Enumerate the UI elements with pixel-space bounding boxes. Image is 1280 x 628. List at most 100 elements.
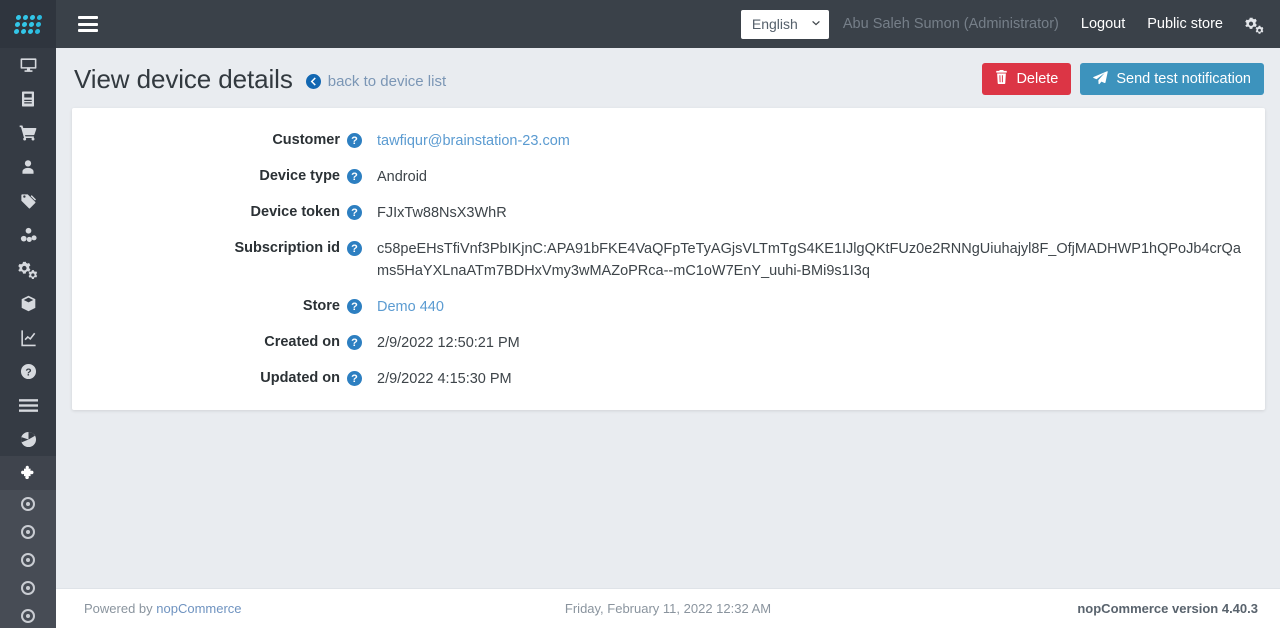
cube-icon — [19, 294, 38, 313]
sidebar-sub-list — [0, 490, 56, 628]
book-icon — [19, 90, 37, 108]
sidebar-item-analytics[interactable] — [0, 422, 56, 456]
arrow-circle-left-icon — [305, 73, 321, 89]
detail-label: Device type — [259, 168, 340, 184]
question-circle-icon: ? — [19, 362, 38, 381]
topbar: English Abu Saleh Sumon (Administrator) … — [56, 0, 1280, 48]
detail-value-device-token: FJIxTw88NsX3WhR — [377, 205, 507, 221]
public-store-link[interactable]: Public store — [1147, 16, 1223, 32]
detail-label-wrapper: Device token ? — [72, 202, 362, 224]
pie-chart-icon — [19, 430, 38, 449]
detail-value-subscription-id: c58peEHsTfiVnf3PbIKjnC:APA91bFKE4VaQFpTe… — [377, 241, 1241, 279]
delete-button-label: Delete — [1016, 71, 1059, 87]
sidebar-item-plugins-active[interactable] — [0, 456, 56, 490]
detail-label: Customer — [272, 132, 340, 148]
desktop-icon — [19, 56, 38, 75]
sidebar-item-customers[interactable] — [0, 150, 56, 184]
help-icon[interactable]: ? — [347, 241, 362, 256]
sidebar-sub-item-3[interactable] — [0, 546, 56, 574]
topbar-right-group: English Abu Saleh Sumon (Administrator) … — [740, 0, 1280, 48]
gears-icon — [18, 259, 38, 279]
shopping-cart-icon — [18, 123, 38, 143]
sidebar-main-list: ? — [0, 48, 56, 456]
sidebar: ? — [0, 0, 56, 628]
language-select[interactable]: English — [740, 9, 829, 39]
svg-text:?: ? — [25, 367, 31, 378]
detail-label-wrapper: Created on ? — [72, 332, 362, 354]
detail-value-customer: tawfiqur@brainstation-23.com — [362, 130, 570, 152]
sidebar-item-sales[interactable] — [0, 116, 56, 150]
page-header: View device details back to device list — [56, 48, 1280, 108]
detail-row-device-type: Device type ? Android — [72, 166, 1265, 188]
detail-row-customer: Customer ? tawfiqur@brainstation-23.com — [72, 130, 1265, 152]
device-details-card: Customer ? tawfiqur@brainstation-23.com … — [72, 108, 1265, 410]
detail-label: Created on — [264, 334, 340, 350]
detail-label-wrapper: Subscription id ? — [72, 238, 362, 282]
detail-label: Subscription id — [234, 240, 340, 256]
tag-icon — [19, 192, 38, 211]
sidebar-sub-item-2[interactable] — [0, 518, 56, 546]
trash-icon — [995, 70, 1008, 88]
dot-circle-icon — [21, 525, 35, 539]
puzzle-piece-icon — [19, 464, 38, 483]
detail-value-device-type: Android — [377, 169, 427, 185]
nopcommerce-logo[interactable] — [0, 0, 56, 48]
sidebar-item-help[interactable]: ? — [0, 354, 56, 388]
cubes-icon — [19, 226, 38, 245]
dot-circle-icon — [21, 609, 35, 623]
detail-label-wrapper: Store ? — [72, 296, 362, 318]
detail-row-subscription-id: Subscription id ? c58peEHsTfiVnf3PbIKjnC… — [72, 238, 1265, 282]
sidebar-item-catalog[interactable] — [0, 82, 56, 116]
current-user-label: Abu Saleh Sumon (Administrator) — [842, 16, 1059, 32]
sidebar-item-promotions[interactable] — [0, 184, 56, 218]
detail-label: Updated on — [260, 370, 340, 386]
dot-circle-icon — [21, 581, 35, 595]
detail-label: Store — [302, 298, 340, 314]
detail-label-wrapper: Customer ? — [72, 130, 362, 152]
detail-row-updated-on: Updated on ? 2/9/2022 4:15:30 PM — [72, 368, 1265, 390]
sidebar-sub-item-1[interactable] — [0, 490, 56, 518]
back-link-label: back to device list — [327, 72, 447, 90]
detail-label-wrapper: Device type ? — [72, 166, 362, 188]
gears-icon[interactable] — [1245, 15, 1264, 34]
page-title: View device details — [74, 63, 293, 94]
nopcommerce-dots-logo — [13, 14, 43, 34]
detail-row-device-token: Device token ? FJIxTw88NsX3WhR — [72, 202, 1265, 224]
sidebar-item-third-party-plugins[interactable] — [0, 388, 56, 422]
help-icon[interactable]: ? — [347, 205, 362, 220]
dot-circle-icon — [21, 497, 35, 511]
logout-link[interactable]: Logout — [1081, 16, 1125, 32]
bars-icon — [18, 398, 38, 413]
detail-label: Device token — [250, 204, 340, 220]
hamburger-icon[interactable] — [78, 16, 98, 32]
help-icon[interactable]: ? — [347, 335, 362, 350]
help-icon[interactable]: ? — [347, 169, 362, 184]
store-link[interactable]: Demo 440 — [377, 299, 444, 315]
customer-email-link[interactable]: tawfiqur@brainstation-23.com — [377, 133, 570, 149]
paper-plane-icon — [1093, 70, 1109, 89]
footer: Powered by nopCommerce Friday, February … — [56, 588, 1280, 628]
back-to-device-list-link[interactable]: back to device list — [305, 72, 447, 90]
send-test-notification-button[interactable]: Send test notification — [1080, 63, 1264, 95]
detail-value-updated-on: 2/9/2022 4:15:30 PM — [377, 371, 512, 387]
detail-value-store: Demo 440 — [362, 296, 444, 318]
chart-line-icon — [19, 328, 38, 347]
dot-circle-icon — [21, 553, 35, 567]
detail-row-created-on: Created on ? 2/9/2022 12:50:21 PM — [72, 332, 1265, 354]
sidebar-item-reports[interactable] — [0, 320, 56, 354]
sidebar-sub-item-5[interactable] — [0, 602, 56, 628]
help-icon[interactable]: ? — [347, 371, 362, 386]
page-actions: Delete Send test notification — [982, 63, 1264, 95]
help-icon[interactable]: ? — [347, 299, 362, 314]
send-test-notification-label: Send test notification — [1116, 71, 1251, 87]
sidebar-item-content-management[interactable] — [0, 218, 56, 252]
sidebar-sub-item-4[interactable] — [0, 574, 56, 602]
help-icon[interactable]: ? — [347, 133, 362, 148]
sidebar-item-system[interactable] — [0, 286, 56, 320]
detail-row-store: Store ? Demo 440 — [72, 296, 1265, 318]
detail-value-created-on: 2/9/2022 12:50:21 PM — [377, 335, 520, 351]
sidebar-item-configuration[interactable] — [0, 252, 56, 286]
detail-label-wrapper: Updated on ? — [72, 368, 362, 390]
sidebar-item-dashboard[interactable] — [0, 48, 56, 82]
delete-button[interactable]: Delete — [982, 63, 1072, 95]
